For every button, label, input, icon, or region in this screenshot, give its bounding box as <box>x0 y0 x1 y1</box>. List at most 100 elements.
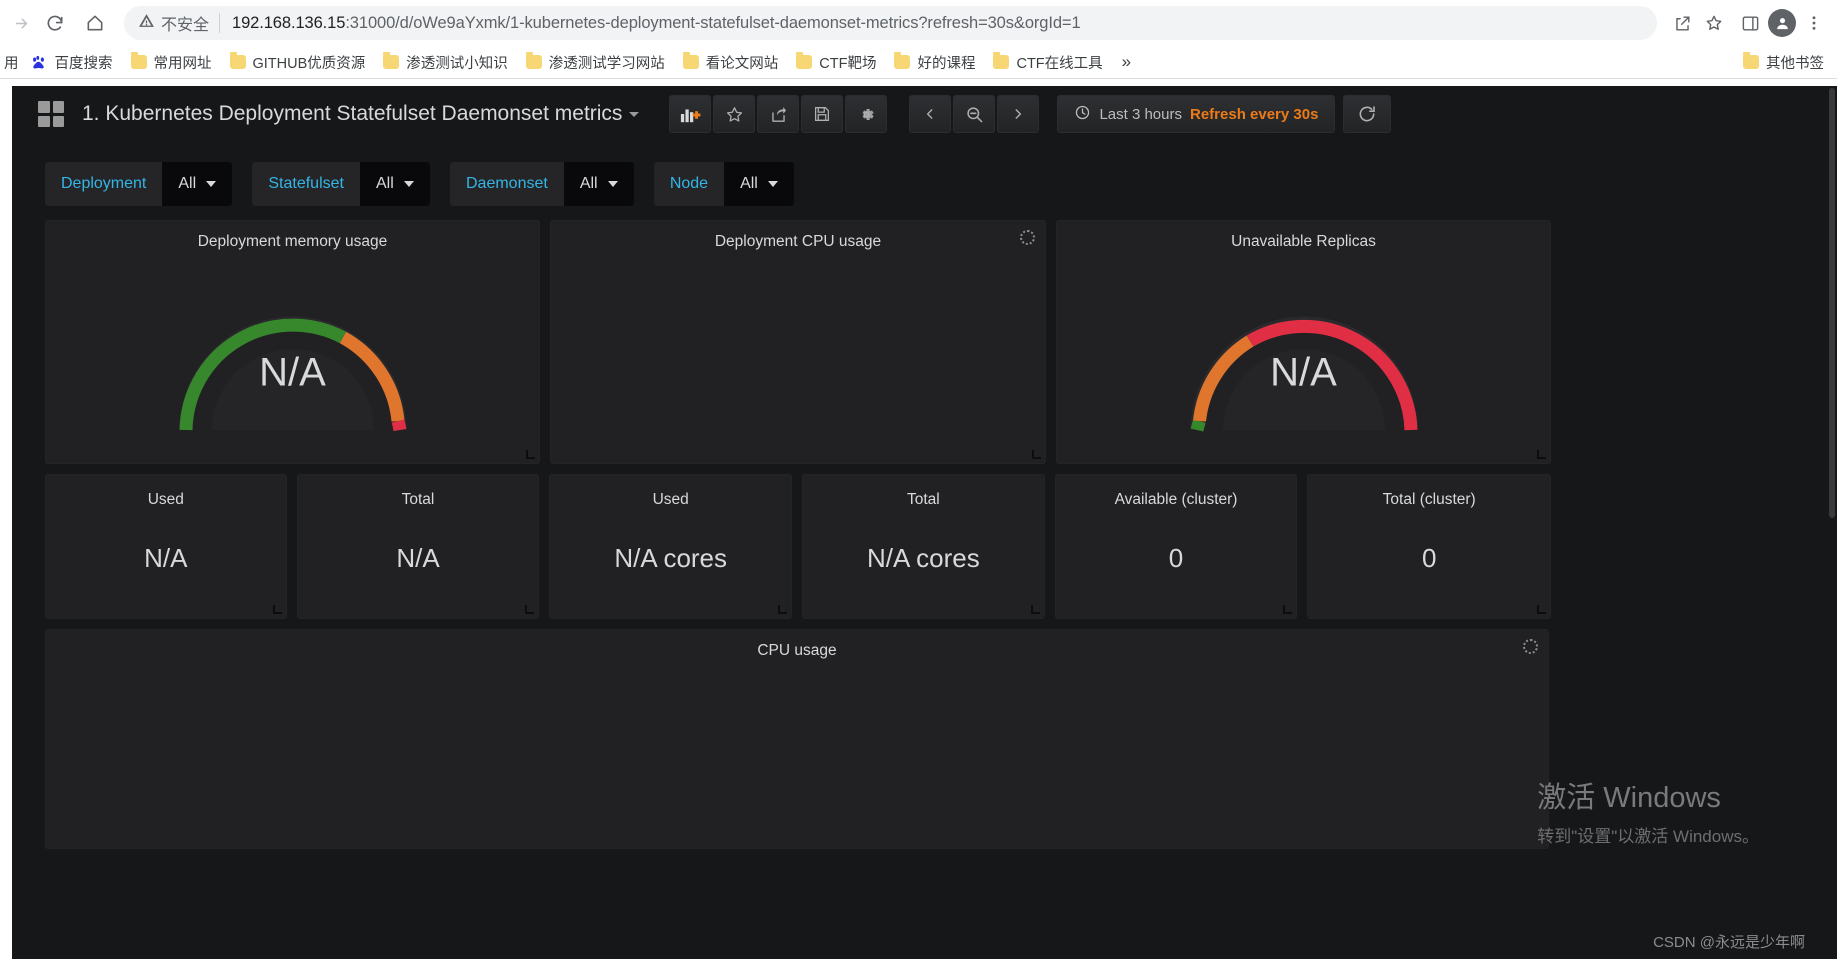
add-panel-button[interactable] <box>669 95 712 133</box>
panel-stat-total-memory[interactable]: Total N/A <box>296 474 540 619</box>
stat-value: 0 <box>1168 543 1184 573</box>
bookmark-label: 常用网址 <box>153 55 212 72</box>
url-text[interactable]: 192.168.136.15:31000/d/oWe9aYxmk/1-kuber… <box>220 14 1081 33</box>
footer-credit: CSDN @永远是少年啊 <box>1653 934 1805 951</box>
forward-button[interactable] <box>8 4 34 42</box>
side-panel-icon[interactable] <box>1735 8 1765 38</box>
gauge-row: Deployment memory usage N/A Deployment C… <box>45 220 1551 464</box>
home-button[interactable] <box>76 4 114 42</box>
panel-resize-handle[interactable] <box>1537 450 1546 459</box>
bookmarks-overflow-button[interactable]: » <box>1112 48 1141 76</box>
gauge-replicas: N/A <box>1179 282 1429 432</box>
grafana-app: 1. Kubernetes Deployment Statefulset Dae… <box>12 86 1837 959</box>
folder-icon <box>229 52 246 69</box>
dashboard-grid-icon[interactable] <box>38 101 64 127</box>
gauge-container: N/A <box>46 251 539 463</box>
page-scrollbar[interactable] <box>1827 86 1837 959</box>
folder-icon <box>894 52 911 69</box>
share-dashboard-button[interactable] <box>757 95 800 133</box>
bookmark-item-5[interactable]: 看论文网站 <box>674 48 788 77</box>
panel-cpu-usage[interactable]: CPU usage <box>45 629 1549 849</box>
dashboard-grid: Deployment memory usage N/A Deployment C… <box>12 206 1568 849</box>
scrollbar-thumb[interactable] <box>1829 88 1835 518</box>
panel-resize-handle[interactable] <box>526 450 535 459</box>
variable-label: Deployment <box>45 162 163 206</box>
save-dashboard-button[interactable] <box>801 95 844 133</box>
time-range-picker[interactable]: Last 3 hours Refresh every 30s <box>1057 95 1336 133</box>
star-dashboard-button[interactable] <box>713 95 756 133</box>
dashboard-settings-button[interactable] <box>845 95 888 133</box>
security-status[interactable]: 不安全 <box>138 11 219 35</box>
stat-value: 0 <box>1421 543 1437 573</box>
panel-title: CPU usage <box>757 642 837 659</box>
bookmarks-bar: 用 百度搜索 常用网址 GITHUB优质资源 渗透测试小知识 渗透测试学习网站 … <box>0 46 1837 79</box>
bookmark-label: 其他书签 <box>1766 55 1824 72</box>
gauge-value: N/A <box>259 350 326 395</box>
panel-unavailable-replicas[interactable]: Unavailable Replicas N/A <box>1056 220 1551 464</box>
panel-resize-handle[interactable] <box>1283 605 1293 614</box>
panel-resize-handle[interactable] <box>778 605 788 614</box>
panel-resize-handle[interactable] <box>1030 605 1040 614</box>
variable-value-text: All <box>178 175 197 192</box>
variable-value[interactable]: All <box>724 162 795 206</box>
time-shift-back-button[interactable] <box>909 95 952 133</box>
panel-stat-total-cpu[interactable]: Total N/A cores <box>802 474 1045 619</box>
panel-resize-handle[interactable] <box>525 605 535 614</box>
panel-resize-handle[interactable] <box>1032 450 1041 459</box>
bookmark-item-2[interactable]: GITHUB优质资源 <box>221 48 375 77</box>
chevron-down-icon <box>206 181 217 187</box>
url-path: :31000/d/oWe9aYxmk/1-kubernetes-deployme… <box>345 13 1081 32</box>
panel-stat-available-cluster[interactable]: Available (cluster) 0 <box>1054 474 1298 619</box>
panel-stat-total-cluster[interactable]: Total (cluster) 0 <box>1307 474 1552 619</box>
bookmark-label: 百度搜索 <box>54 55 113 72</box>
cpu-usage-row: CPU usage <box>45 629 1551 849</box>
folder-icon <box>682 52 699 69</box>
gauge-container: N/A <box>1057 251 1550 463</box>
panel-resize-handle[interactable] <box>272 605 282 614</box>
chevron-down-icon[interactable] <box>629 111 640 117</box>
bookmark-item-clipped[interactable]: 用 <box>4 48 21 77</box>
variable-picker-daemonset[interactable]: Daemonset All <box>449 162 634 206</box>
stat-value: N/A <box>396 543 440 573</box>
page-title[interactable]: 1. Kubernetes Deployment Statefulset Dae… <box>82 102 640 126</box>
reload-button[interactable] <box>36 4 74 42</box>
security-label: 不安全 <box>161 17 210 34</box>
three-dot-menu-icon[interactable] <box>1799 8 1829 38</box>
variable-picker-deployment[interactable]: Deployment All <box>45 162 233 206</box>
panel-stat-used-cpu[interactable]: Used N/A cores <box>549 474 793 619</box>
variable-label: Statefulset <box>252 162 360 206</box>
bookmark-item-8[interactable]: CTF在线工具 <box>984 48 1111 77</box>
zoom-out-button[interactable] <box>953 95 996 133</box>
warning-triangle-icon <box>138 12 155 34</box>
panel-stat-used-memory[interactable]: Used N/A <box>45 474 287 619</box>
variable-label: Node <box>653 162 725 206</box>
bookmark-label: CTF靶场 <box>819 55 877 72</box>
grafana-navbar: 1. Kubernetes Deployment Statefulset Dae… <box>12 86 1568 142</box>
folder-icon <box>993 52 1010 69</box>
bookmark-item-other[interactable]: 其他书签 <box>1734 48 1833 77</box>
address-bar[interactable]: 不安全 192.168.136.15:31000/d/oWe9aYxmk/1-k… <box>124 6 1657 40</box>
bookmark-item-7[interactable]: 好的课程 <box>885 48 984 77</box>
panel-deployment-memory-usage[interactable]: Deployment memory usage N/A <box>45 220 540 464</box>
variable-picker-statefulset[interactable]: Statefulset All <box>252 162 430 206</box>
variable-value[interactable]: All <box>563 162 634 206</box>
variable-value[interactable]: All <box>162 162 233 206</box>
variable-value[interactable]: All <box>359 162 430 206</box>
profile-avatar-icon[interactable] <box>1767 8 1797 38</box>
share-icon[interactable] <box>1667 8 1697 38</box>
bookmark-item-baidu[interactable]: 百度搜索 <box>21 48 122 77</box>
bookmark-item-1[interactable]: 常用网址 <box>122 48 221 77</box>
variable-picker-node[interactable]: Node All <box>653 162 795 206</box>
panel-deployment-cpu-usage[interactable]: Deployment CPU usage <box>550 220 1046 464</box>
stat-value: N/A cores <box>614 543 728 573</box>
refresh-dashboard-button[interactable] <box>1343 95 1392 133</box>
time-shift-forward-button[interactable] <box>997 95 1040 133</box>
gauge-memory: N/A <box>168 282 418 432</box>
panel-resize-handle[interactable] <box>1537 605 1547 614</box>
bookmark-item-6[interactable]: CTF靶场 <box>787 48 885 77</box>
star-icon[interactable] <box>1699 8 1729 38</box>
stat-value: N/A cores <box>866 543 980 573</box>
omnibox-actions <box>1667 8 1729 38</box>
bookmark-item-4[interactable]: 渗透测试学习网站 <box>517 48 674 77</box>
bookmark-item-3[interactable]: 渗透测试小知识 <box>374 48 517 77</box>
